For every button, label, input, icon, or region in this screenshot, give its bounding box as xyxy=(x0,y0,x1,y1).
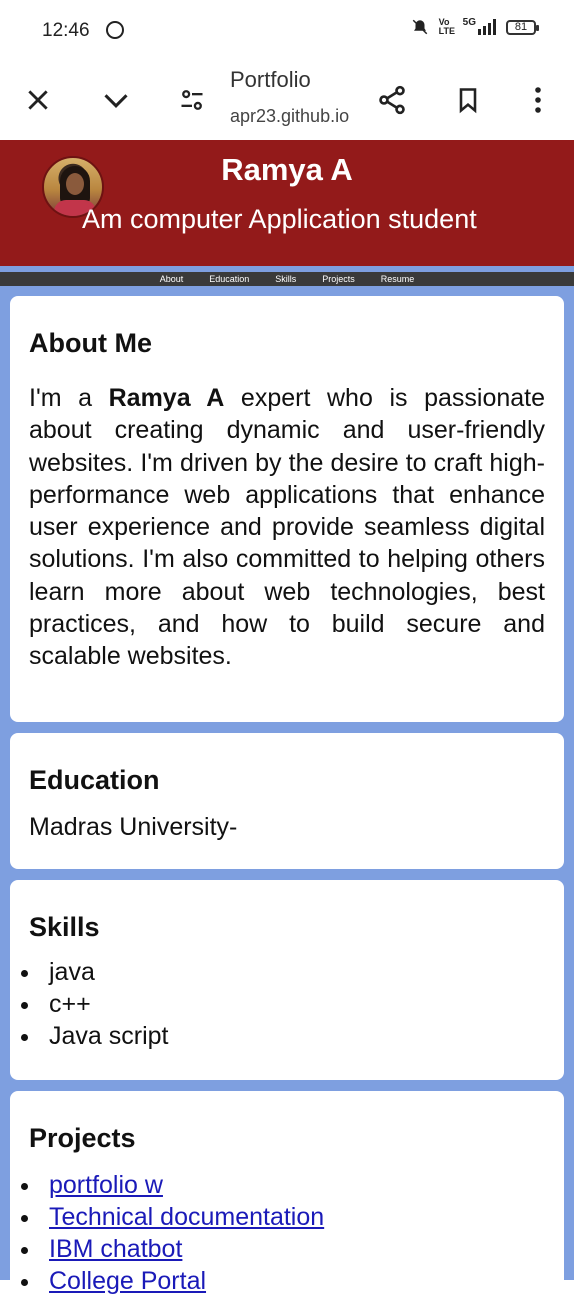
volte-label: Vo LTE xyxy=(438,17,455,36)
education-heading: Education xyxy=(29,765,160,795)
bookmark-icon xyxy=(459,88,477,114)
close-tab-button[interactable] xyxy=(18,80,58,120)
url-text[interactable]: apr23.github.io xyxy=(230,106,349,127)
education-text: Madras University- xyxy=(29,813,238,841)
site-header: Ramya A Am computer Application student xyxy=(0,140,574,266)
share-icon xyxy=(379,85,405,115)
battery-level: 81 xyxy=(514,20,528,33)
close-icon xyxy=(28,90,48,110)
project-link-college-portal[interactable]: College Portal xyxy=(49,1267,206,1295)
browser-toolbar: Portfolio apr23.github.io xyxy=(0,62,574,140)
project-item: IBM chatbot xyxy=(19,1233,324,1265)
nav-link-resume[interactable]: Resume xyxy=(381,274,415,284)
projects-list: portfolio w Technical documentation IBM … xyxy=(21,1169,324,1297)
skills-heading: Skills xyxy=(29,912,100,942)
signal-5g-label: 5G xyxy=(462,16,476,28)
nav-link-education[interactable]: Education xyxy=(209,274,249,284)
skills-section: Skills java c++ Java script xyxy=(10,880,564,1080)
more-vert-icon xyxy=(535,87,541,113)
status-bar: 12:46 Vo LTE 5G 81 xyxy=(0,0,574,62)
whatsapp-icon xyxy=(106,21,124,39)
skill-item: Java script xyxy=(19,1020,168,1052)
skill-item: java xyxy=(19,956,168,988)
project-link-ibm-chatbot[interactable]: IBM chatbot xyxy=(49,1235,182,1263)
projects-heading: Projects xyxy=(29,1123,136,1153)
about-heading: About Me xyxy=(29,328,152,358)
site-nav: About Education Skills Projects Resume xyxy=(0,266,574,286)
about-text-rest: expert who is passionate about creating … xyxy=(29,384,546,671)
skills-list: java c++ Java script xyxy=(21,956,168,1052)
bookmark-button[interactable] xyxy=(448,80,488,120)
skill-item: c++ xyxy=(19,988,168,1020)
status-time: 12:46 xyxy=(42,20,90,41)
project-item: Technical documentation xyxy=(19,1201,324,1233)
main-content: About Me I'm a Ramya A expert who is pas… xyxy=(0,286,574,1301)
about-text-start: I'm a xyxy=(29,384,109,412)
education-section: Education Madras University- xyxy=(10,733,564,869)
battery-icon: 81 xyxy=(506,19,539,35)
project-item: portfolio w xyxy=(19,1169,324,1201)
signal-icon xyxy=(478,19,496,35)
tune-icon xyxy=(181,90,203,110)
nav-link-projects[interactable]: Projects xyxy=(322,274,355,284)
more-options-button[interactable] xyxy=(518,80,558,120)
site-settings-button[interactable] xyxy=(172,80,212,120)
minimize-button[interactable] xyxy=(96,80,136,120)
site-name: Ramya A xyxy=(221,152,353,187)
nav-link-skills[interactable]: Skills xyxy=(275,274,296,284)
projects-section: Projects portfolio w Technical documenta… xyxy=(10,1091,564,1301)
mute-bell-icon xyxy=(412,19,427,35)
about-name: Ramya A xyxy=(108,384,225,412)
share-button[interactable] xyxy=(372,80,412,120)
project-item: College Portal xyxy=(19,1265,324,1297)
project-link-portfolio[interactable]: portfolio w xyxy=(49,1171,163,1199)
page-title: Portfolio xyxy=(230,67,311,92)
status-icons: Vo LTE 5G 81 xyxy=(411,16,539,36)
nav-link-about[interactable]: About xyxy=(160,274,184,284)
project-link-technical-documentation[interactable]: Technical documentation xyxy=(49,1203,324,1231)
site-tagline: Am computer Application student xyxy=(82,204,477,234)
about-section: About Me I'm a Ramya A expert who is pas… xyxy=(10,296,564,722)
chevron-down-icon xyxy=(104,94,128,108)
about-text: I'm a Ramya A expert who is passionate a… xyxy=(29,382,545,673)
